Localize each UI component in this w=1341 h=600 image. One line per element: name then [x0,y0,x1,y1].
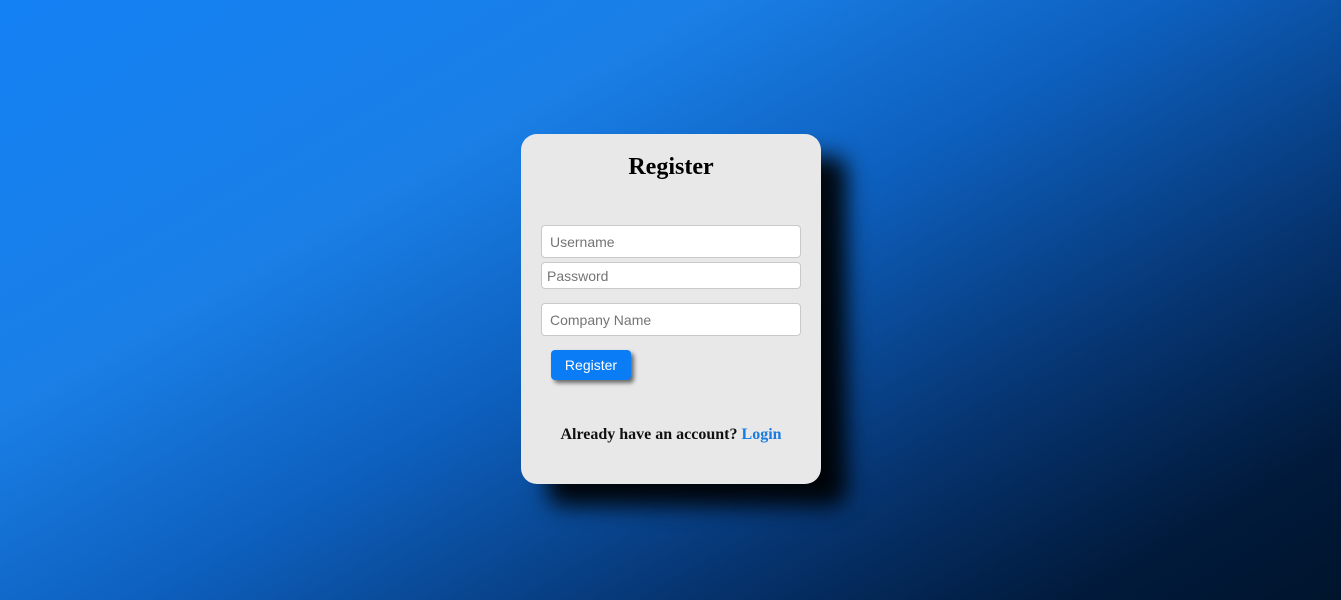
login-link[interactable]: Login [742,426,782,443]
register-card: Register Register Already have an accoun… [521,134,821,484]
login-prompt: Already have an account? Login [521,425,821,445]
username-input[interactable] [541,225,801,258]
login-prompt-text: Already have an account? [560,426,738,443]
form-title: Register [628,154,714,180]
password-input[interactable] [541,262,801,289]
register-button[interactable]: Register [551,350,631,380]
company-name-input[interactable] [541,303,801,336]
